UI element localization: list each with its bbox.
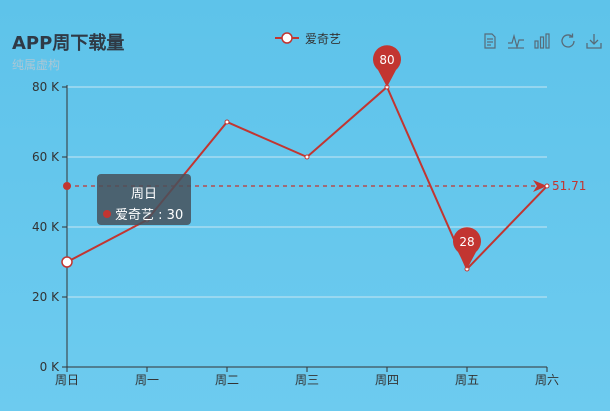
- x-tick-label: 周二: [215, 373, 239, 387]
- average-line-start-marker: [63, 182, 71, 191]
- y-tick-label: 20 K: [32, 290, 60, 304]
- x-tick-label: 周三: [295, 373, 319, 387]
- mark-point-label: 28: [459, 235, 474, 249]
- x-tick-label: 周四: [375, 373, 399, 387]
- y-tick-label: 60 K: [32, 150, 60, 164]
- tooltip-separator: :: [154, 208, 167, 223]
- tooltip-marker: [103, 210, 111, 218]
- tooltip-row: 爱奇艺 : 30: [103, 204, 183, 223]
- y-tick-label: 0 K: [40, 360, 60, 374]
- y-tick-label: 80 K: [32, 80, 60, 94]
- average-line-label: 51.71: [552, 179, 586, 193]
- tooltip-series-name: 爱奇艺: [115, 208, 155, 223]
- x-tick-label: 周日: [55, 373, 79, 387]
- chart-canvas: 0 K20 K40 K60 K80 K周日 周一 周二 周三 周四 周五 周六 51.71 …: [32, 45, 586, 387]
- data-point: [224, 119, 230, 125]
- x-tick-label: 周五: [455, 373, 479, 387]
- data-point: [61, 256, 73, 268]
- data-point: [304, 154, 310, 160]
- data-point: [544, 183, 550, 189]
- mark-point-label: 80: [379, 53, 394, 67]
- tooltip-value: 30: [166, 208, 184, 223]
- x-tick-label: 周一: [135, 373, 159, 387]
- x-tick-label: 周六: [535, 373, 559, 387]
- tooltip: 周日 爱奇艺 : 30: [97, 174, 191, 225]
- y-tick-label: 40 K: [32, 220, 60, 234]
- tooltip-title: 周日: [130, 187, 157, 202]
